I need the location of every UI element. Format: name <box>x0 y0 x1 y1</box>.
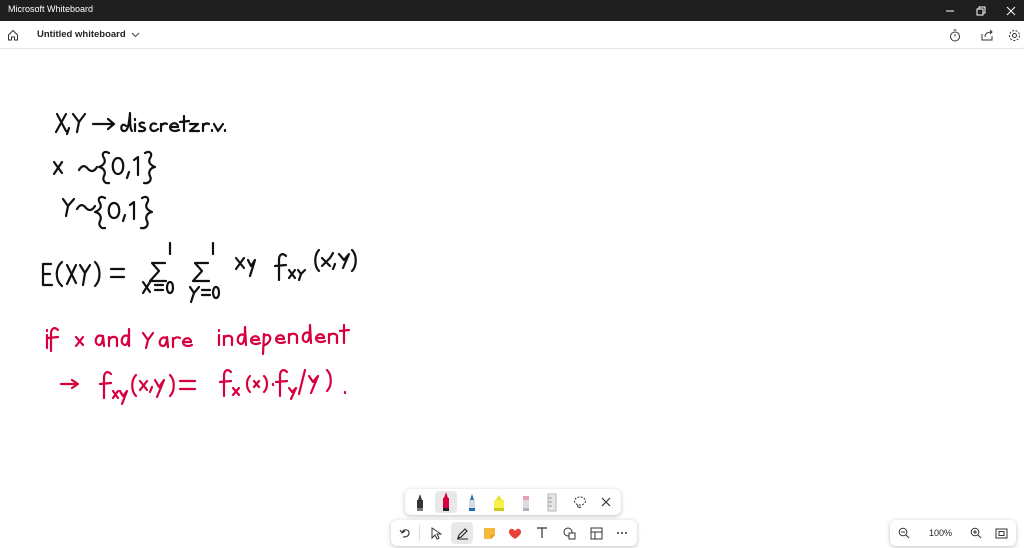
close-window-button[interactable] <box>994 0 1024 21</box>
sticky-note-button[interactable] <box>478 522 500 544</box>
yellow-highlighter-button[interactable] <box>488 491 510 513</box>
red-pen-icon <box>443 492 449 511</box>
lasso-icon <box>574 496 586 508</box>
home-button[interactable] <box>5 27 21 43</box>
ink-strokes <box>41 111 357 406</box>
title-bar: Microsoft Whiteboard <box>0 0 1024 21</box>
shapes-button[interactable] <box>558 522 580 544</box>
black-pen-icon <box>417 494 423 511</box>
pink-pen-button[interactable] <box>515 491 537 513</box>
settings-button[interactable] <box>1006 27 1022 43</box>
ink-line-expectation <box>41 241 357 304</box>
minimize-button[interactable] <box>933 0 967 21</box>
undo-button[interactable] <box>394 522 416 544</box>
text-icon <box>537 527 547 538</box>
pen-tool-button[interactable] <box>451 522 473 544</box>
zoom-out-button[interactable] <box>893 522 915 544</box>
undo-icon <box>399 529 410 538</box>
ink-line-independent <box>45 323 351 356</box>
zoom-controls: 100% <box>890 520 1016 546</box>
pen-icon <box>456 527 468 539</box>
pink-pen-icon <box>523 496 529 511</box>
window-title: Microsoft Whiteboard <box>8 4 94 14</box>
yellow-highlighter-icon <box>494 495 504 511</box>
sticky-note-icon <box>483 527 495 539</box>
blue-pen-button[interactable] <box>461 491 483 513</box>
restore-icon <box>976 6 986 15</box>
home-icon <box>8 29 18 41</box>
reactions-icon <box>508 528 522 539</box>
select-icon <box>431 526 442 540</box>
chevron-down-icon <box>131 32 139 38</box>
ink-line-xy-discrete <box>54 111 227 136</box>
main-toolbar <box>391 520 637 546</box>
red-pen-button[interactable] <box>435 491 457 513</box>
timer-icon <box>950 29 960 41</box>
board-title[interactable]: Untitled whiteboard <box>37 29 126 40</box>
close-pen-tray-button[interactable] <box>595 491 617 513</box>
app-bar: Untitled whiteboard <box>0 21 1024 49</box>
zoom-level[interactable]: 100% <box>929 528 952 538</box>
ink-line-y-support <box>61 195 154 230</box>
timer-button[interactable] <box>947 27 963 43</box>
lasso-button[interactable] <box>569 491 591 513</box>
blue-pen-icon <box>469 494 475 511</box>
ink-line-x-support <box>52 150 157 185</box>
select-button[interactable] <box>425 522 447 544</box>
more-button[interactable] <box>611 522 633 544</box>
pen-tray <box>405 489 621 515</box>
black-pen-button[interactable] <box>409 491 431 513</box>
ruler-icon <box>547 493 557 512</box>
minimize-icon <box>946 10 954 11</box>
shapes-icon <box>563 527 575 539</box>
reactions-button[interactable] <box>504 522 526 544</box>
close-icon <box>1006 6 1016 15</box>
ink-line-factorization <box>59 368 347 406</box>
close-icon <box>601 497 611 507</box>
restore-button[interactable] <box>964 0 998 21</box>
zoom-in-button[interactable] <box>965 522 987 544</box>
share-button[interactable] <box>979 27 995 43</box>
zoom-in-icon <box>970 527 982 539</box>
zoom-out-icon <box>898 527 910 539</box>
templates-button[interactable] <box>585 522 607 544</box>
fit-screen-icon <box>995 528 1007 538</box>
share-icon <box>981 29 993 41</box>
templates-icon <box>590 527 602 539</box>
board-menu-button[interactable] <box>129 30 141 40</box>
toolbar-divider <box>419 525 420 541</box>
text-button[interactable] <box>531 522 553 544</box>
settings-icon <box>1008 29 1020 41</box>
ruler-button[interactable] <box>541 491 563 513</box>
whiteboard-canvas[interactable] <box>0 49 1024 548</box>
fit-screen-button[interactable] <box>990 522 1012 544</box>
more-icon <box>617 532 627 534</box>
